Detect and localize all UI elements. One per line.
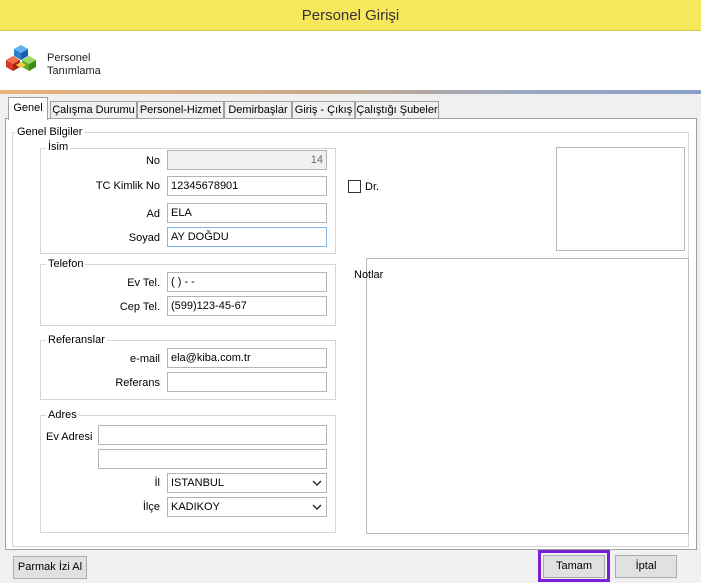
tab-demirbaslar[interactable]: Demirbaşlar [224,101,292,119]
dr-checkbox[interactable] [348,180,361,193]
cep-tel-label: Cep Tel. [119,301,160,313]
photo-box[interactable] [556,147,685,251]
ilce-select-value: KADIKOY [171,501,220,513]
ad-label: Ad [146,208,160,220]
header-divider [0,90,701,94]
group-genel-bilgiler-title: Genel Bilgiler [15,126,85,138]
tab-giris-cikis[interactable]: Giriş - Çıkış [292,101,355,119]
soyad-field[interactable]: AY DOĞDU [167,227,327,247]
soyad-label: Soyad [128,232,160,244]
ilce-label: İlçe [142,501,160,513]
dr-label: Dr. [365,181,380,193]
tc-kimlik-field[interactable]: 12345678901 [167,176,327,196]
referans-field[interactable] [167,372,327,392]
header-line2: Tanımlama [47,65,101,77]
colored-cubes-logo [6,45,36,71]
tc-kimlik-label: TC Kimlik No [95,180,160,192]
group-adres-title: Adres [46,409,79,421]
il-select-value: ISTANBUL [171,477,224,489]
notlar-area[interactable] [366,258,689,534]
ev-adresi-line2[interactable] [98,449,327,469]
ilce-select[interactable]: KADIKOY [167,497,327,517]
chevron-down-icon [312,480,322,487]
tab-panel-genel: Genel Bilgiler İsim No 14 TC Kimlik No 1… [5,118,697,550]
ad-field[interactable]: ELA [167,203,327,223]
group-referanslar-title: Referanslar [46,334,107,346]
chevron-down-icon [312,504,322,511]
header-text: Personel Tanımlama [47,52,101,78]
tab-genel[interactable]: Genel [8,97,48,120]
no-field[interactable]: 14 [167,150,327,170]
tab-calistigi-subeler[interactable]: Çalıştığı Şubeler [355,101,439,119]
ok-button[interactable]: Tamam [543,555,605,578]
ev-adresi-line1[interactable] [98,425,327,445]
il-select[interactable]: ISTANBUL [167,473,327,493]
no-label: No [145,155,160,167]
tab-calisma-durumu[interactable]: Çalışma Durumu [50,101,137,119]
il-label: İl [154,477,161,489]
ev-tel-field[interactable]: ( ) - - [167,272,327,292]
ev-tel-label: Ev Tel. [127,277,160,289]
ev-adresi-label: Ev Adresi [46,431,93,443]
email-label: e-mail [130,353,160,365]
cep-tel-field[interactable]: (599)123-45-67 [167,296,327,316]
header-area [0,31,701,93]
tab-personel-hizmet[interactable]: Personel-Hizmet [137,101,224,119]
group-telefon-title: Telefon [46,258,86,270]
fingerprint-button[interactable]: Parmak İzi Al [13,556,87,579]
cancel-button[interactable]: İptal [615,555,677,578]
group-isim-title: İsim [46,141,71,153]
referans-label: Referans [115,377,160,389]
header-line1: Personel [47,52,91,64]
email-field[interactable]: ela@kiba.com.tr [167,348,327,368]
notlar-label: Notlar [354,269,384,281]
window-title: Personel Girişi [0,0,701,31]
